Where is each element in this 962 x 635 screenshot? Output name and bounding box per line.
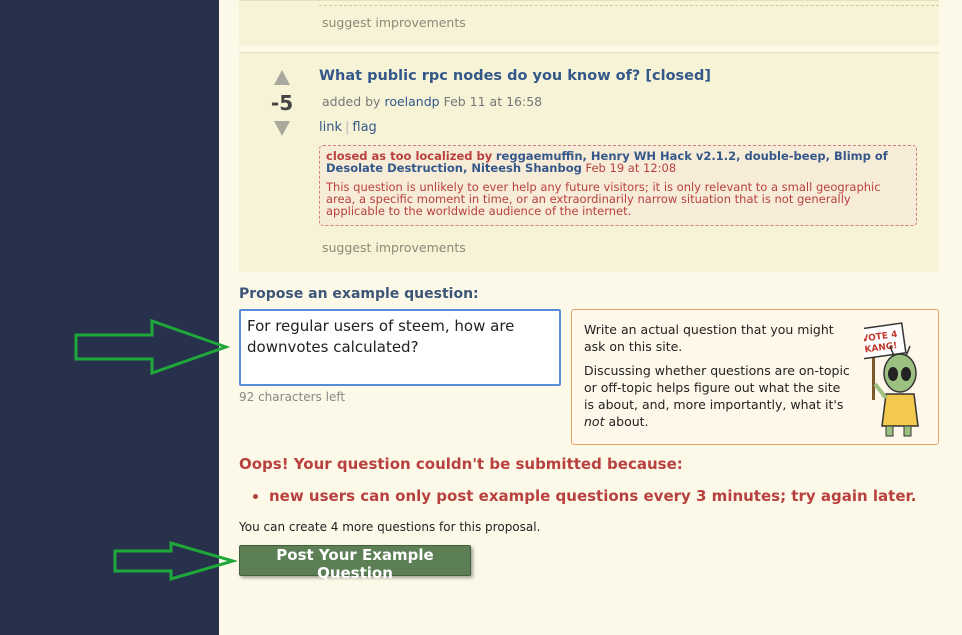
- help-text-2: Discussing whether questions are on-topi…: [584, 362, 854, 430]
- suggest-improvements-link[interactable]: suggest improvements: [322, 240, 466, 255]
- help-text: Write an actual question that you might …: [584, 321, 854, 437]
- error-item: new users can only post example question…: [269, 487, 916, 505]
- separator: |: [345, 120, 350, 135]
- question-actions: link | flag: [319, 120, 377, 135]
- question-meta: added by roelandp Feb 11 at 16:58: [322, 94, 542, 109]
- question-title-link[interactable]: What public rpc nodes do you know of? [c…: [319, 68, 711, 84]
- upvote-arrow-icon[interactable]: [274, 70, 290, 85]
- help-text-1: Write an actual question that you might …: [584, 322, 834, 354]
- link-link[interactable]: link: [319, 120, 342, 135]
- example-question-input[interactable]: For regular users of steem, how are down…: [239, 309, 561, 386]
- help-text-2-emphasis: not: [584, 414, 605, 429]
- closed-header: closed as too localized by reggaemuffin,…: [326, 150, 910, 174]
- downvote-arrow-icon[interactable]: [274, 121, 290, 136]
- help-box: Write an actual question that you might …: [571, 309, 939, 445]
- vote-count: -5: [270, 91, 294, 115]
- error-list: new users can only post example question…: [252, 487, 916, 505]
- question-card: -5 What public rpc nodes do you know of?…: [239, 52, 939, 272]
- help-text-2a: Discussing whether questions are on-topi…: [584, 363, 850, 412]
- questions-remaining: You can create 4 more questions for this…: [239, 520, 541, 534]
- left-sidebar: [0, 0, 219, 635]
- author-link[interactable]: roelandp: [384, 94, 439, 109]
- alien-mascot-icon: VOTE 4 KANG!: [864, 322, 919, 437]
- divider: [319, 5, 939, 6]
- added-by-label: added by: [322, 94, 381, 109]
- arrow-right-icon: [113, 541, 237, 581]
- characters-left: 92 characters left: [239, 390, 346, 404]
- propose-label: Propose an example question:: [239, 286, 479, 302]
- post-example-question-button[interactable]: Post Your Example Question: [239, 545, 471, 582]
- help-text-2b: about.: [608, 414, 649, 429]
- suggest-improvements-link[interactable]: suggest improvements: [322, 15, 466, 30]
- closed-notice: closed as too localized by reggaemuffin,…: [319, 145, 917, 226]
- closed-date: Feb 19 at 12:08: [585, 161, 677, 175]
- question-date: Feb 11 at 16:58: [443, 94, 543, 109]
- arrow-right-icon: [74, 319, 230, 375]
- flag-link[interactable]: flag: [352, 120, 376, 135]
- previous-question-card: suggest improvements: [239, 0, 939, 46]
- error-title: Oops! Your question couldn't be submitte…: [239, 455, 683, 473]
- closed-explanation: This question is unlikely to ever help a…: [326, 180, 881, 218]
